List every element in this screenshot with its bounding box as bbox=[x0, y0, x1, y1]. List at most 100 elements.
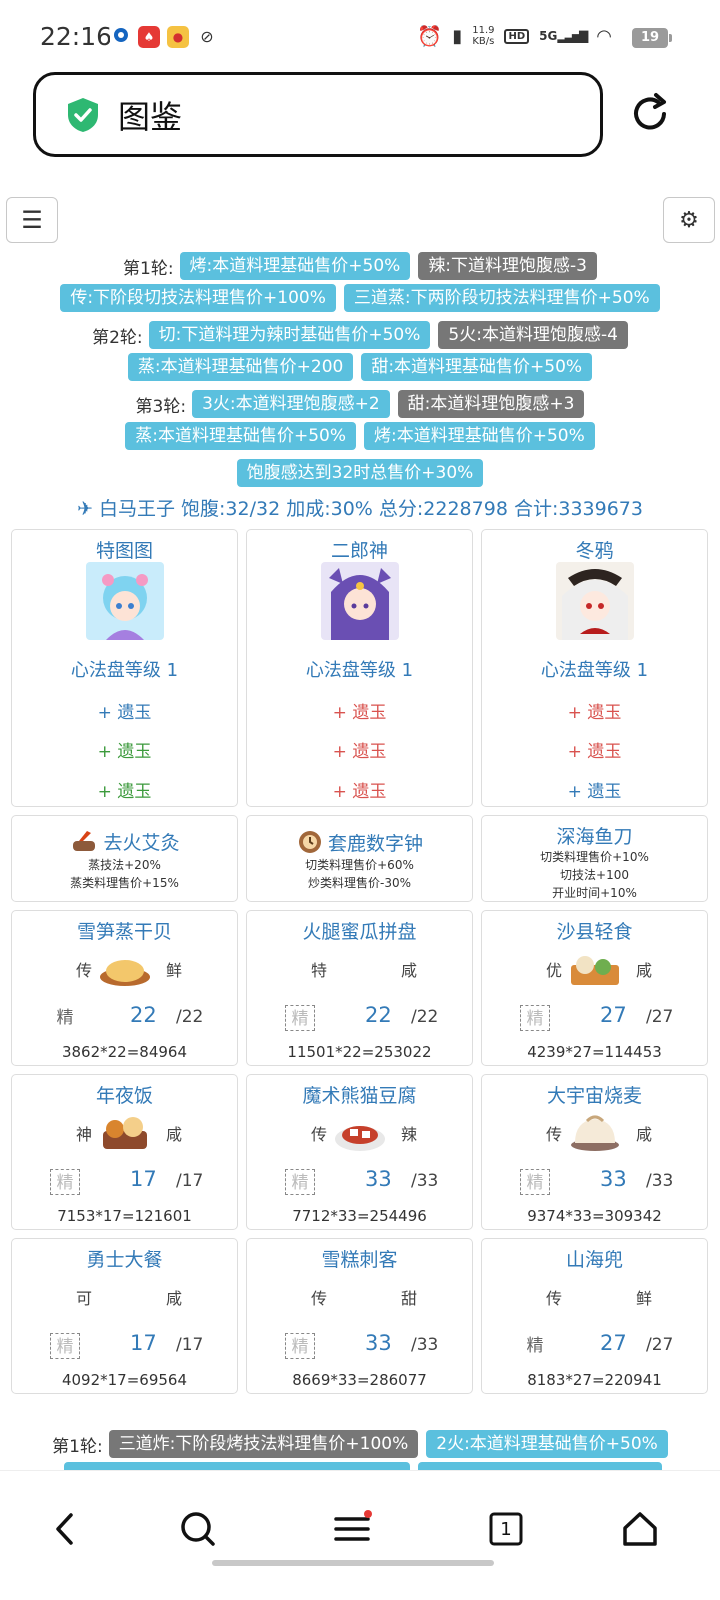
hd-icon: HD bbox=[504, 28, 530, 44]
jade-slot[interactable]: + 遗玉 bbox=[12, 737, 237, 762]
jade-slot[interactable]: + 遗玉 bbox=[12, 698, 237, 723]
dish-image bbox=[334, 1126, 385, 1151]
dish-name: 大宇宙烧麦 bbox=[546, 1085, 642, 1107]
dish-card[interactable]: 魔术熊猫豆腐 传 辣 精 33 /33 7712*33=254496 bbox=[246, 1074, 473, 1230]
chef-level: 心法盘等级 1 bbox=[70, 660, 179, 681]
jade-slot[interactable]: + 遗玉 bbox=[482, 777, 707, 802]
equip-title: 套鹿数字钟 bbox=[247, 828, 472, 856]
dish-rank: 传 bbox=[546, 1125, 563, 1144]
clock-icon bbox=[298, 831, 321, 853]
dish-name: 山海兜 bbox=[565, 1249, 623, 1271]
equip-effect: 切类料理售价+60% bbox=[305, 858, 414, 872]
refine-marker[interactable]: 精 bbox=[520, 1333, 550, 1359]
rule-tag: 辣:下道料理饱腹感-3 bbox=[418, 252, 597, 280]
rule-row: 第1轮: 烤:本道料理基础售价+50% 辣:下道料理饱腹感-3 bbox=[0, 252, 720, 280]
jade-slot[interactable]: + 遗玉 bbox=[247, 737, 472, 762]
refine-marker[interactable]: 精 bbox=[285, 1333, 315, 1359]
search-button[interactable] bbox=[168, 1499, 228, 1559]
dish-flavor: 咸 bbox=[636, 961, 653, 980]
status-indicators: ⏰ ▮ 11.9 KB/s HD 5G▂▃▅▇ ◠ bbox=[417, 24, 668, 48]
rule-tag: 烤:本道料理基础售价+50% bbox=[179, 252, 411, 280]
menu-nav-button[interactable] bbox=[322, 1499, 382, 1559]
rule-row: 第2轮: 切:下道料理为辣时基础售价+50% 5火:本道料理饱腹感-4 bbox=[0, 321, 720, 349]
refine-marker[interactable]: 精 bbox=[50, 1169, 80, 1195]
rule-tag: 蒸:本道料理基础售价+50% bbox=[125, 422, 356, 450]
dish-card[interactable]: 年夜饭 神 咸 精 17 /17 7153*17=121601 bbox=[11, 1074, 238, 1230]
equip-effect: 炒类料理售价-30% bbox=[307, 876, 411, 890]
refine-marker[interactable]: 精 bbox=[520, 1005, 550, 1031]
back-button[interactable] bbox=[36, 1499, 96, 1559]
equip-title: 去火艾灸 bbox=[12, 828, 237, 855]
gear-icon: ⚙ bbox=[679, 207, 699, 233]
dish-name: 雪糕刺客 bbox=[321, 1249, 398, 1271]
dish-card[interactable]: 大宇宙烧麦 传 咸 精 33 /33 9374*33=309342 bbox=[481, 1074, 708, 1230]
equip-card[interactable]: 套鹿数字钟 切类料理售价+60% 炒类料理售价-30% bbox=[246, 815, 473, 902]
dish-quantity[interactable]: 17 bbox=[130, 1167, 157, 1191]
jade-slot[interactable]: + 遗玉 bbox=[12, 777, 237, 802]
dish-card[interactable]: 雪笋蒸干贝 传 鲜 精 22 /22 3862*22=84964 bbox=[11, 910, 238, 1066]
refine-marker[interactable]: 精 bbox=[50, 1005, 80, 1031]
dish-name: 年夜饭 bbox=[95, 1085, 153, 1107]
home-indicator[interactable] bbox=[212, 1560, 494, 1566]
dish-price-formula: 11501*22=253022 bbox=[287, 1043, 432, 1061]
reload-icon[interactable] bbox=[628, 92, 672, 136]
dish-card[interactable]: 勇士大餐 可 咸 精 17 /17 4092*17=69564 bbox=[11, 1238, 238, 1394]
dish-name: 雪笋蒸干贝 bbox=[76, 921, 172, 943]
refine-marker[interactable]: 精 bbox=[50, 1333, 80, 1359]
chef-name: 冬鸦 bbox=[575, 540, 614, 562]
equip-name: 深海鱼刀 bbox=[556, 826, 633, 848]
chef-card[interactable]: 冬鸦 心法盘等级 1 + 遗玉 + 遗玉 + 遗玉 bbox=[481, 529, 708, 807]
dish-card[interactable]: 山海兜 传 鲜 精 27 /27 8183*27=220941 bbox=[481, 1238, 708, 1394]
dish-card[interactable]: 雪糕刺客 传 甜 精 33 /33 8669*33=286077 bbox=[246, 1238, 473, 1394]
home-button[interactable] bbox=[610, 1499, 670, 1559]
rule-tag: 2火:本道料理基础售价+50% bbox=[426, 1430, 668, 1458]
dish-max-quantity: /33 bbox=[411, 1171, 439, 1191]
clock: 22:16 bbox=[40, 22, 113, 51]
equip-effect: 开业时间+10% bbox=[552, 886, 637, 900]
chef-card[interactable]: 二郎神 心法盘等级 1 + 遗玉 + 遗玉 + 遗玉 bbox=[246, 529, 473, 807]
dish-max-quantity: /17 bbox=[176, 1335, 204, 1355]
dish-quantity[interactable]: 33 bbox=[365, 1331, 392, 1355]
chef-name: 特图图 bbox=[95, 540, 153, 562]
dish-quantity[interactable]: 17 bbox=[130, 1331, 157, 1355]
jade-slot[interactable]: + 遗玉 bbox=[247, 698, 472, 723]
dish-quantity[interactable]: 33 bbox=[600, 1167, 627, 1191]
dish-card[interactable]: 沙县轻食 优 咸 精 27 /27 4239*27=114453 bbox=[481, 910, 708, 1066]
back-icon bbox=[56, 1513, 73, 1545]
dish-max-quantity: /22 bbox=[411, 1007, 439, 1027]
dish-rank: 传 bbox=[76, 961, 93, 980]
jade-slot[interactable]: + 遗玉 bbox=[482, 698, 707, 723]
network-speed: 11.9 KB/s bbox=[472, 25, 495, 47]
rule-tag-partial bbox=[64, 1462, 410, 1470]
refine-marker[interactable]: 精 bbox=[285, 1005, 315, 1031]
dish-quantity[interactable]: 27 bbox=[600, 1003, 627, 1027]
dish-card[interactable]: 火腿蜜瓜拼盘 特 咸 精 22 /22 11501*22=253022 bbox=[246, 910, 473, 1066]
signal-icon: 5G▂▃▅▇ bbox=[539, 29, 588, 43]
hamburger-icon: ☰ bbox=[21, 206, 43, 234]
refine-marker[interactable]: 精 bbox=[285, 1169, 315, 1195]
chef-name: 二郎神 bbox=[330, 540, 388, 562]
link-icon: ⊘ bbox=[196, 26, 218, 48]
tabs-button[interactable]: 1 bbox=[476, 1499, 536, 1559]
dish-flavor: 咸 bbox=[636, 1125, 653, 1144]
menu-button[interactable]: ☰ bbox=[6, 197, 58, 243]
dish-quantity[interactable]: 33 bbox=[365, 1167, 392, 1191]
dish-quantity[interactable]: 22 bbox=[365, 1003, 392, 1027]
dish-price-formula: 3862*22=84964 bbox=[61, 1043, 188, 1061]
equip-name: 去火艾灸 bbox=[103, 832, 180, 854]
chef-avatar bbox=[555, 562, 634, 640]
address-bar[interactable]: 图鉴 bbox=[33, 72, 603, 157]
dish-max-quantity: /33 bbox=[411, 1335, 439, 1355]
tab-count: 1 bbox=[500, 1518, 512, 1540]
dish-quantity[interactable]: 22 bbox=[130, 1003, 157, 1027]
refine-marker[interactable]: 精 bbox=[520, 1169, 550, 1195]
dish-flavor: 咸 bbox=[166, 1289, 183, 1308]
equip-card[interactable]: 去火艾灸 蒸技法+20% 蒸类料理售价+15% bbox=[11, 815, 238, 902]
settings-button[interactable]: ⚙ bbox=[663, 197, 715, 243]
chef-card[interactable]: 特图图 心法盘等级 1 + 遗玉 + 遗玉 + 遗玉 bbox=[11, 529, 238, 807]
jade-slot[interactable]: + 遗玉 bbox=[247, 777, 472, 802]
dish-image bbox=[570, 956, 619, 985]
equip-card[interactable]: 深海鱼刀 切类料理售价+10% 切技法+100 开业时间+10% bbox=[481, 815, 708, 902]
dish-quantity[interactable]: 27 bbox=[600, 1331, 627, 1355]
jade-slot[interactable]: + 遗玉 bbox=[482, 737, 707, 762]
